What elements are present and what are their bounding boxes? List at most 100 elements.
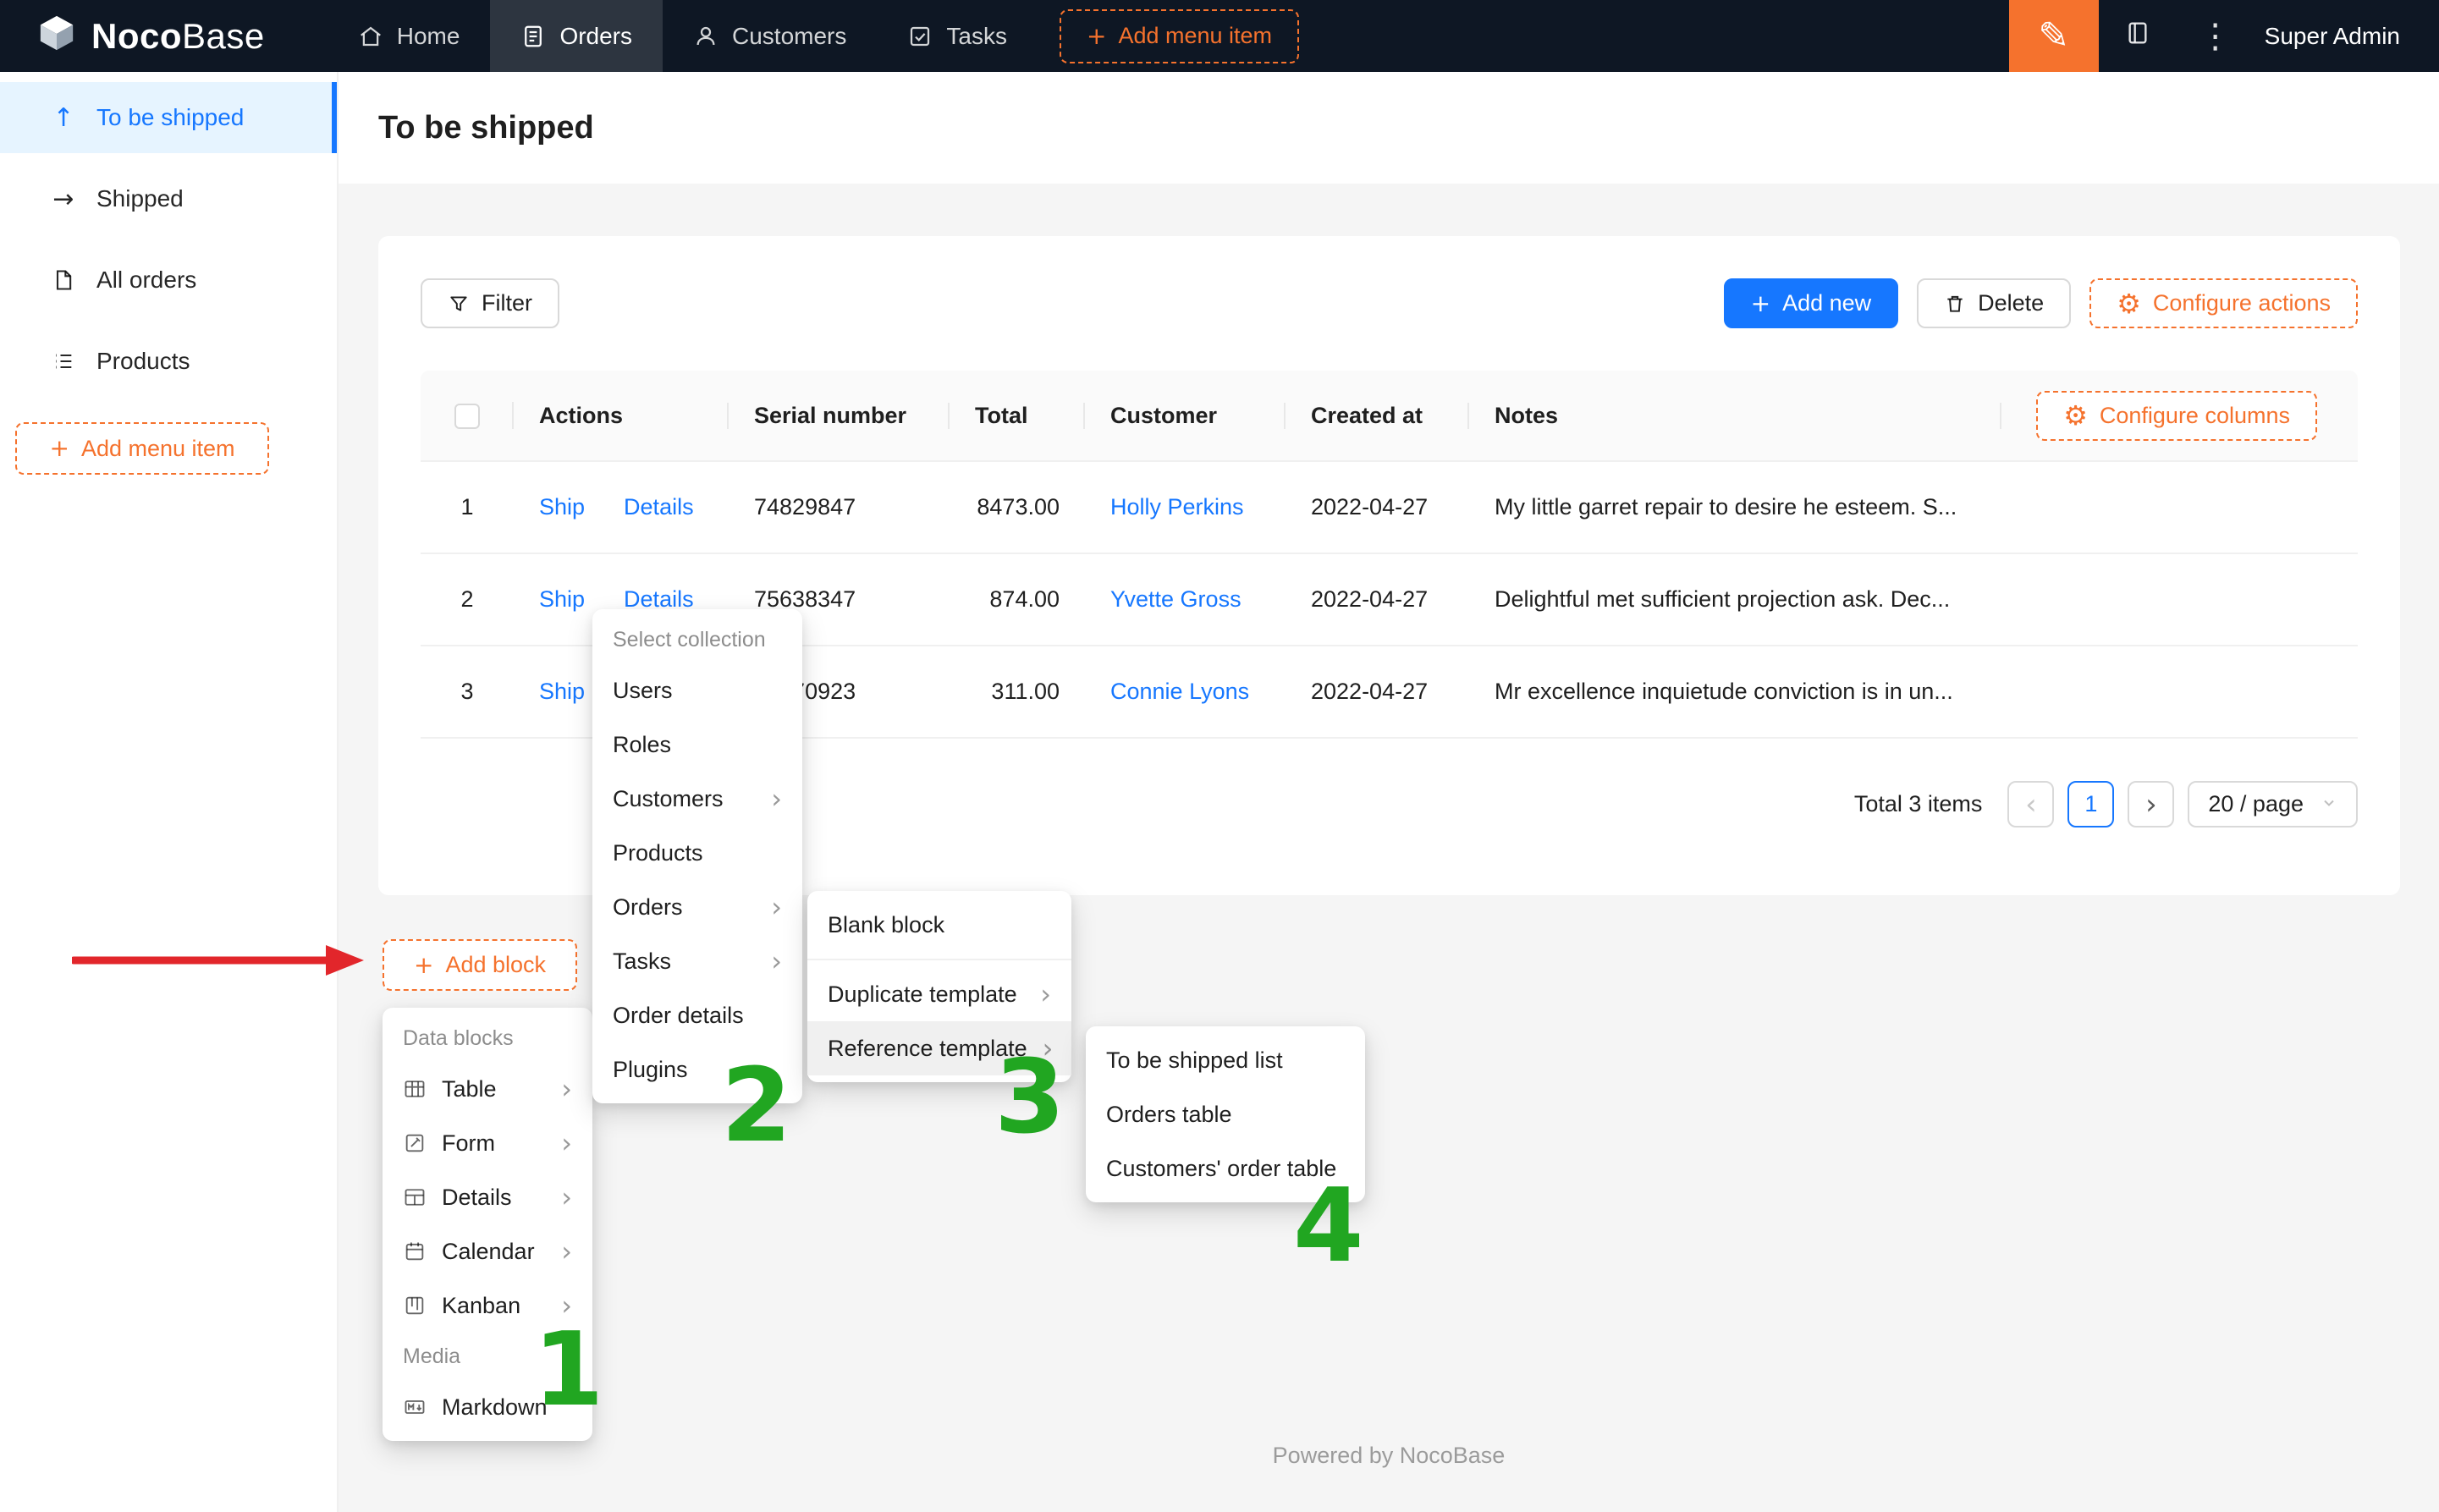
sidebar-item-all-orders[interactable]: All orders [0, 245, 337, 316]
nav-item-label: Home [397, 23, 460, 50]
sidebar-item-to-be-shipped[interactable]: ↑ To be shipped [0, 82, 337, 153]
nav-item-customers[interactable]: Customers [663, 0, 877, 72]
nav-item-home[interactable]: Home [328, 0, 491, 72]
filter-button[interactable]: Filter [421, 278, 559, 328]
sidebar-item-shipped[interactable]: → Shipped [0, 163, 337, 234]
pagination-next-button[interactable]: › [2128, 781, 2174, 827]
customer-cell: Holly Perkins [1085, 494, 1286, 520]
customer-cell: Connie Lyons [1085, 679, 1286, 705]
menu-item-duplicate-template[interactable]: Duplicate template› [807, 967, 1071, 1021]
customer-link[interactable]: Holly Perkins [1110, 494, 1244, 520]
row-index: 1 [421, 494, 514, 520]
table-icon [403, 1077, 427, 1101]
chevron-right-icon: › [771, 948, 782, 975]
sidebar-item-label: All orders [96, 267, 196, 294]
column-header-total[interactable]: Total [950, 403, 1085, 429]
vertical-ellipsis-icon: ⋮ [2199, 17, 2233, 56]
menu-item-calendar[interactable]: Calendar › [383, 1224, 592, 1278]
customer-link[interactable]: Yvette Gross [1110, 586, 1242, 612]
plus-icon: + [1087, 25, 1106, 48]
add-new-button[interactable]: + Add new [1724, 278, 1899, 328]
column-header-serial-number[interactable]: Serial number [729, 403, 950, 429]
ui-editor-button[interactable]: ✎ [2009, 0, 2099, 72]
notes-cell: Delightful met sufficient projection ask… [1469, 586, 2001, 613]
plus-icon: + [414, 954, 433, 977]
delete-button[interactable]: Delete [1917, 278, 2071, 328]
chevron-right-icon: › [561, 1075, 572, 1102]
more-menu-button[interactable]: ⋮ [2177, 0, 2255, 72]
menu-item-order-details[interactable]: Order details [592, 988, 802, 1042]
menu-item-to-be-shipped-list[interactable]: To be shipped list [1086, 1033, 1365, 1087]
menu-item-users[interactable]: Users [592, 663, 802, 718]
page-size-select[interactable]: 20 / page [2188, 781, 2358, 827]
page-header: To be shipped [339, 72, 2439, 184]
menu-item-details[interactable]: Details › [383, 1170, 592, 1224]
top-navbar: NocoBase Home Orders Customers [0, 0, 2439, 72]
annotation-step-4: 4 [1293, 1176, 1364, 1278]
nav-item-orders[interactable]: Orders [490, 0, 663, 72]
annotation-step-1: 1 [533, 1320, 604, 1421]
chevron-right-icon: › [1040, 981, 1051, 1008]
serial-cell: 74829847 [729, 494, 950, 520]
column-header-customer[interactable]: Customer [1085, 403, 1286, 429]
navbar-add-menu-item-button[interactable]: + Add menu item [1060, 9, 1299, 63]
total-cell: 8473.00 [950, 494, 1085, 520]
menu-item-roles[interactable]: Roles [592, 718, 802, 772]
details-link[interactable]: Details [624, 494, 694, 520]
select-all-checkbox[interactable] [454, 404, 480, 429]
select-collection-menu: Select collection Users Roles Customers›… [592, 609, 802, 1103]
customer-link[interactable]: Connie Lyons [1110, 679, 1249, 704]
total-cell: 311.00 [950, 679, 1085, 705]
pagination-prev-button[interactable]: ‹ [2007, 781, 2054, 827]
chevron-down-icon [2321, 791, 2337, 817]
menu-item-orders-table[interactable]: Orders table [1086, 1087, 1365, 1141]
configure-columns-button[interactable]: ⚙ Configure columns [2036, 391, 2317, 441]
nav-item-tasks[interactable]: Tasks [877, 0, 1038, 72]
toolbar-right: + Add new Delete ⚙ Conf [1724, 278, 2358, 328]
highlighter-icon: ✎ [2038, 14, 2069, 58]
chevron-right-icon: › [561, 1184, 572, 1211]
card-toolbar: Filter + Add new Delete [421, 278, 2358, 328]
customer-cell: Yvette Gross [1085, 586, 1286, 613]
markdown-icon [403, 1395, 427, 1419]
sidebar: ↑ To be shipped → Shipped All orders Pro… [0, 72, 339, 1512]
menu-item-orders[interactable]: Orders› [592, 880, 802, 934]
ship-link[interactable]: Ship [539, 586, 585, 613]
nocobase-logo[interactable]: NocoBase [0, 0, 302, 72]
pagination-total: Total 3 items [1854, 791, 1983, 817]
configure-actions-button[interactable]: ⚙ Configure actions [2089, 278, 2358, 328]
column-header-created-at[interactable]: Created at [1286, 403, 1469, 429]
page-title: To be shipped [378, 110, 594, 146]
select-all-cell [421, 402, 514, 429]
table-header-row: Actions Serial number Total Customer Cre… [421, 371, 2358, 462]
menu-item-blank-block[interactable]: Blank block [807, 898, 1071, 952]
document-icon [49, 268, 78, 292]
sidebar-item-products[interactable]: Products [0, 326, 337, 397]
tasks-icon [907, 24, 933, 49]
gear-icon: ⚙ [2117, 290, 2141, 317]
plugin-button[interactable] [2099, 0, 2177, 72]
column-header-actions[interactable]: Actions [514, 403, 729, 429]
sidebar-add-menu-item-button[interactable]: + Add menu item [15, 422, 269, 475]
menu-item-tasks[interactable]: Tasks› [592, 934, 802, 988]
menu-item-table[interactable]: Table › [383, 1062, 592, 1116]
row-index: 2 [421, 586, 514, 613]
created-at-cell: 2022-04-27 [1286, 586, 1469, 613]
arrow-right-icon: → [49, 184, 78, 214]
add-block-button[interactable]: + Add block [383, 939, 577, 991]
chevron-right-icon: › [561, 1130, 572, 1157]
menu-item-products[interactable]: Products [592, 826, 802, 880]
table-row[interactable]: 1 Ship Details 74829847 8473.00 Holly Pe… [421, 462, 2358, 554]
menu-divider [807, 959, 1071, 960]
user-menu[interactable]: Super Admin [2255, 0, 2439, 72]
ship-link[interactable]: Ship [539, 679, 585, 705]
ship-link[interactable]: Ship [539, 494, 585, 520]
menu-item-customers[interactable]: Customers› [592, 772, 802, 826]
nocobase-logo-icon [37, 14, 76, 58]
app-window: NocoBase Home Orders Customers [0, 0, 2439, 1512]
menu-group-label: Select collection [592, 616, 802, 663]
plus-icon: + [49, 437, 69, 460]
pagination-page-1[interactable]: 1 [2067, 781, 2114, 827]
column-header-notes[interactable]: Notes [1469, 403, 2001, 429]
menu-item-form[interactable]: Form › [383, 1116, 592, 1170]
